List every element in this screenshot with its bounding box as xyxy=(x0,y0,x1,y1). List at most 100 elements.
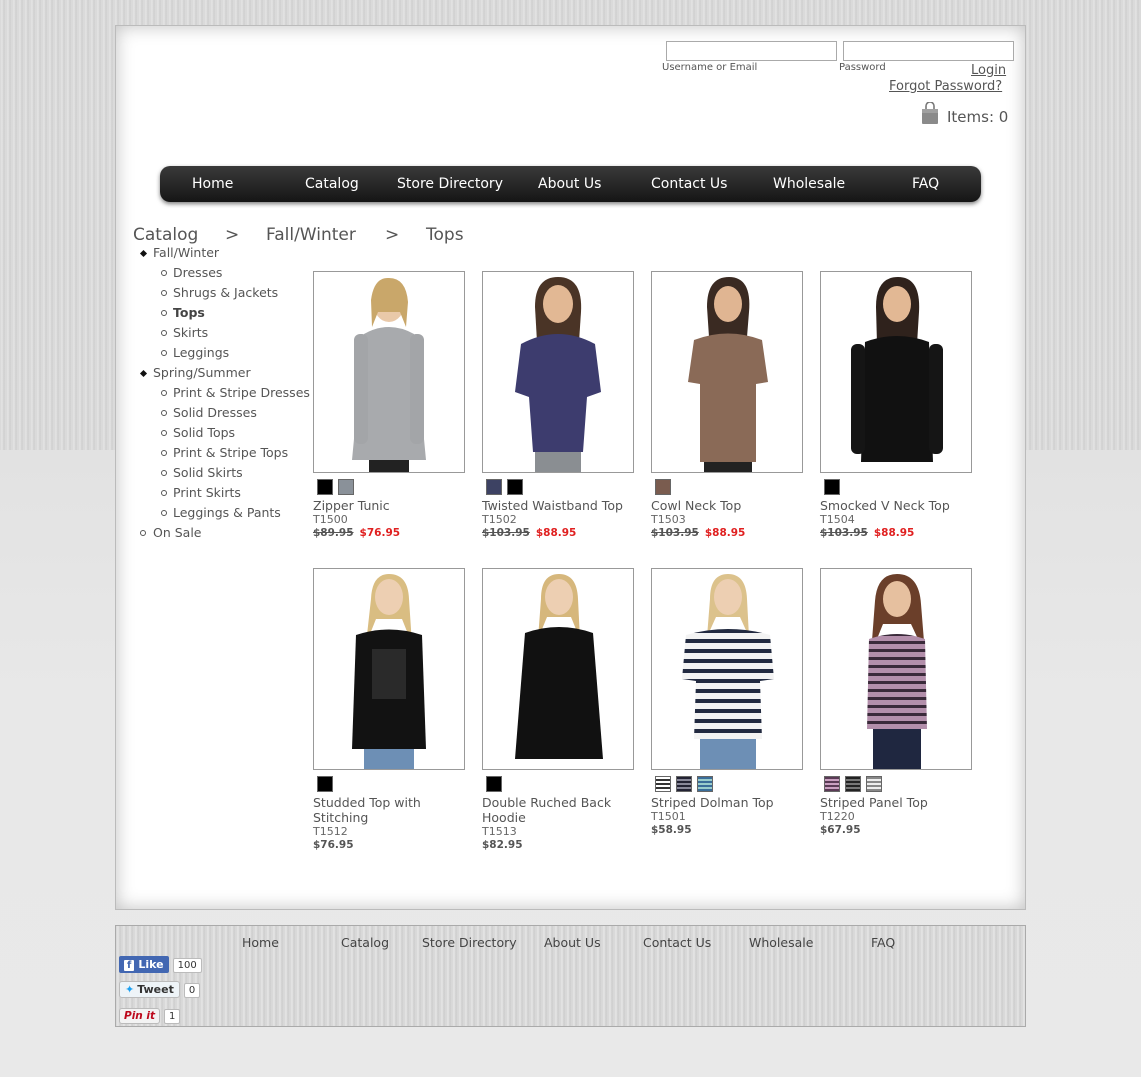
product-image[interactable] xyxy=(651,568,803,770)
forgot-password-link[interactable]: Forgot Password? xyxy=(889,79,1002,94)
sidebar-item-spring-summer[interactable]: Spring/Summer xyxy=(153,365,251,380)
bullet-icon xyxy=(161,430,167,436)
tweet-button[interactable]: ✦ Tweet xyxy=(119,981,180,998)
breadcrumb-catalog[interactable]: Catalog xyxy=(133,225,198,245)
footer-link-catalog[interactable]: Catalog xyxy=(341,935,389,950)
color-swatch[interactable] xyxy=(486,479,502,495)
product-image[interactable] xyxy=(313,271,465,473)
color-swatch[interactable] xyxy=(317,479,333,495)
color-swatch[interactable] xyxy=(676,776,692,792)
color-swatches xyxy=(824,479,845,499)
nav-catalog[interactable]: Catalog xyxy=(305,176,359,192)
color-swatch[interactable] xyxy=(507,479,523,495)
sale-price: $76.95 xyxy=(359,527,401,539)
sidebar-item-tops[interactable]: Tops xyxy=(173,305,205,320)
product-code: T1504 xyxy=(820,513,855,526)
password-input[interactable] xyxy=(843,41,1014,61)
sidebar-item-print-skirts[interactable]: Print Skirts xyxy=(173,485,241,500)
product-code: T1512 xyxy=(313,825,348,838)
sidebar-item-on-sale[interactable]: On Sale xyxy=(153,525,202,540)
sidebar-item-print-stripe-dresses[interactable]: Print & Stripe Dresses xyxy=(173,385,310,400)
footer-link-home[interactable]: Home xyxy=(242,935,279,950)
color-swatch[interactable] xyxy=(655,776,671,792)
product-name[interactable]: Striped Panel Top xyxy=(820,795,970,810)
facebook-like-button[interactable]: f Like xyxy=(119,956,169,973)
twitter-bird-icon: ✦ xyxy=(125,983,135,996)
footer-link-store-directory[interactable]: Store Directory xyxy=(422,935,517,950)
username-input[interactable] xyxy=(666,41,837,61)
sale-price: $88.95 xyxy=(873,527,915,539)
bullet-icon xyxy=(161,270,167,276)
bullet-icon xyxy=(140,530,146,536)
pin-count: 1 xyxy=(164,1009,181,1024)
main-content-panel: Username or Email Password Login Forgot … xyxy=(115,25,1026,910)
product-name[interactable]: Twisted Waistband Top xyxy=(482,498,632,513)
product-image[interactable] xyxy=(820,271,972,473)
product-image[interactable] xyxy=(820,568,972,770)
nav-store-directory[interactable]: Store Directory xyxy=(397,176,503,192)
original-price: $89.95 xyxy=(313,527,354,539)
product-code: T1502 xyxy=(482,513,517,526)
cart-items-count[interactable]: Items: 0 xyxy=(947,108,1008,126)
sidebar-item-print-stripe-tops[interactable]: Print & Stripe Tops xyxy=(173,445,288,460)
color-swatch[interactable] xyxy=(866,776,882,792)
color-swatch[interactable] xyxy=(697,776,713,792)
product-name[interactable]: Zipper Tunic xyxy=(313,498,463,513)
sidebar-item-solid-dresses[interactable]: Solid Dresses xyxy=(173,405,257,420)
color-swatch[interactable] xyxy=(317,776,333,792)
sidebar-item-leggings-pants[interactable]: Leggings & Pants xyxy=(173,505,281,520)
product-code: T1503 xyxy=(651,513,686,526)
color-swatch[interactable] xyxy=(338,479,354,495)
nav-home[interactable]: Home xyxy=(192,176,233,192)
footer-link-about-us[interactable]: About Us xyxy=(544,935,601,950)
product-price: $58.95 xyxy=(651,824,692,836)
footer-link-wholesale[interactable]: Wholesale xyxy=(749,935,813,950)
product-name[interactable]: Striped Dolman Top xyxy=(651,795,801,810)
product-price: $89.95 $76.95 xyxy=(313,527,400,539)
nav-faq[interactable]: FAQ xyxy=(912,176,939,192)
product-code: T1513 xyxy=(482,825,517,838)
product-price: $82.95 xyxy=(482,839,523,851)
product-price: $103.95 $88.95 xyxy=(651,527,745,539)
color-swatch[interactable] xyxy=(655,479,671,495)
color-swatch[interactable] xyxy=(824,776,840,792)
product-name[interactable]: Double Ruched Back Hoodie xyxy=(482,795,632,825)
product-name[interactable]: Studded Top with Stitching xyxy=(313,795,463,825)
breadcrumb-fall-winter[interactable]: Fall/Winter xyxy=(266,225,356,245)
bullet-icon xyxy=(139,249,148,258)
sidebar-item-solid-skirts[interactable]: Solid Skirts xyxy=(173,465,243,480)
product-price: $103.95 $88.95 xyxy=(820,527,914,539)
sidebar-item-fall-winter[interactable]: Fall/Winter xyxy=(153,245,219,260)
product-image[interactable] xyxy=(482,568,634,770)
product-image[interactable] xyxy=(482,271,634,473)
sidebar-item-shrugs-jackets[interactable]: Shrugs & Jackets xyxy=(173,285,278,300)
sidebar-item-leggings[interactable]: Leggings xyxy=(173,345,229,360)
color-swatches xyxy=(486,479,528,499)
bullet-icon xyxy=(161,510,167,516)
facebook-like-widget: f Like 100 xyxy=(119,953,202,973)
login-link[interactable]: Login xyxy=(971,63,1006,78)
sidebar-item-solid-tops[interactable]: Solid Tops xyxy=(173,425,235,440)
shopping-bag-icon[interactable] xyxy=(921,102,939,124)
color-swatch[interactable] xyxy=(845,776,861,792)
nav-about-us[interactable]: About Us xyxy=(538,176,601,192)
pin-it-button[interactable]: Pin it xyxy=(119,1008,161,1024)
product-image[interactable] xyxy=(651,271,803,473)
sidebar-item-dresses[interactable]: Dresses xyxy=(173,265,222,280)
original-price: $103.95 xyxy=(482,527,530,539)
color-swatches xyxy=(655,479,676,499)
bullet-icon xyxy=(139,369,148,378)
nav-wholesale[interactable]: Wholesale xyxy=(773,176,845,192)
footer-link-faq[interactable]: FAQ xyxy=(871,935,895,950)
product-image[interactable] xyxy=(313,568,465,770)
color-swatch[interactable] xyxy=(486,776,502,792)
color-swatch[interactable] xyxy=(824,479,840,495)
color-swatches xyxy=(317,776,338,796)
footer-link-contact-us[interactable]: Contact Us xyxy=(643,935,711,950)
password-label: Password xyxy=(839,62,886,73)
sidebar-item-skirts[interactable]: Skirts xyxy=(173,325,208,340)
product-name[interactable]: Smocked V Neck Top xyxy=(820,498,970,513)
facebook-like-count: 100 xyxy=(172,958,202,973)
nav-contact-us[interactable]: Contact Us xyxy=(651,176,727,192)
product-name[interactable]: Cowl Neck Top xyxy=(651,498,801,513)
